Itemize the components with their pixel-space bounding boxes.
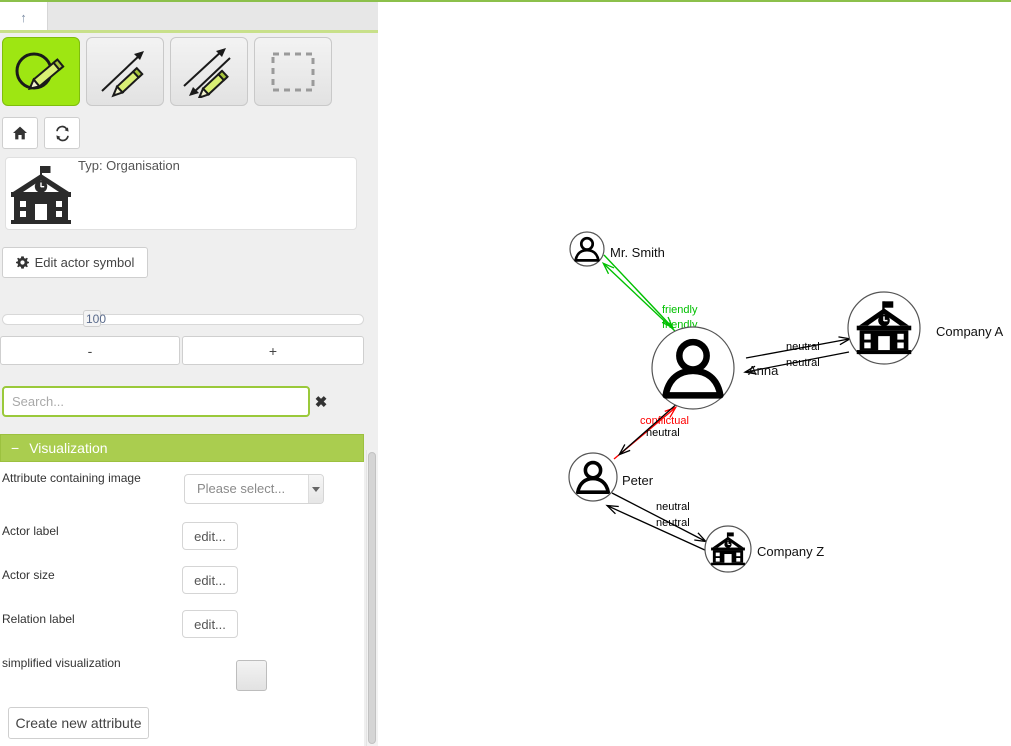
create-new-attribute-button[interactable]: Create new attribute [8,707,149,739]
edge-label: neutral [656,517,690,529]
left-side-panel: ↑ Typ: Organisation Edit actor symbol 10… [0,0,378,746]
node-anna[interactable]: Anna [651,326,779,410]
graph-canvas[interactable]: friendly friendly neutral neutral confli… [378,0,1011,746]
attribute-image-select-value: Please select... [197,481,286,496]
network-graph[interactable]: friendly friendly neutral neutral confli… [378,2,1011,746]
collapse-icon: − [11,440,20,456]
slider-value-label: 100 [86,312,107,326]
simplified-visualization-checkbox[interactable] [236,660,267,691]
actor-size-edit-text: edit... [194,572,226,588]
node-label: Mr. Smith [610,245,665,260]
slider-track[interactable] [2,314,364,325]
actor-label-edit-button[interactable]: edit... [182,522,238,550]
edge-anna-peter[interactable]: neutral [617,401,680,456]
application-root: ↑ Typ: Organisation Edit actor symbol 10… [0,0,1011,746]
actor-size-edit-button[interactable]: edit... [182,566,238,594]
field-label-attribute-image: Attribute containing image [2,471,141,485]
field-label-actor-label: Actor label [2,524,59,538]
chevron-down-icon[interactable] [308,475,323,503]
tool-button-row [2,37,376,106]
node-label: Company Z [757,544,824,559]
relation-label-edit-text: edit... [194,616,226,632]
select-area-tool[interactable] [254,37,332,106]
circle-pencil-icon [15,52,65,90]
arrow-pencil-icon [101,50,144,97]
node-mr-smith[interactable]: Mr. Smith [569,231,665,267]
create-actor-tool[interactable] [2,37,80,106]
double-arrow-pencil-icon [183,47,231,98]
node-label: Company A [936,324,1004,339]
relation-label-edit-button[interactable]: edit... [182,610,238,638]
attribute-image-select[interactable]: Please select... [184,474,324,504]
graph-nodes: Mr. Smith Anna Company A Peter Company Z [568,231,1004,573]
visualization-section-header[interactable]: − Visualization [0,434,364,462]
panel-scrollbar-thumb[interactable] [368,452,376,744]
zoom-in-button[interactable]: + [182,336,364,365]
field-label-simplified-visualization: simplified visualization [2,656,121,670]
graph-edges: friendly friendly neutral neutral confli… [601,254,852,552]
home-button[interactable] [2,117,38,149]
node-company-a[interactable]: Company A [847,291,1004,365]
dashed-rectangle-icon [271,52,315,91]
school-building-icon [11,166,74,227]
clear-search-icon[interactable]: ✖ [312,392,330,412]
node-peter[interactable]: Peter [568,452,654,502]
edge-label: neutral [786,341,820,353]
refresh-button[interactable] [44,117,80,149]
edge-mr-smith-anna[interactable]: friendly [603,254,698,331]
size-slider[interactable]: 100 [2,310,364,327]
create-double-relation-tool[interactable] [170,37,248,106]
node-label: Peter [622,473,654,488]
tab-collapse-panel[interactable]: ↑ [0,2,48,32]
search-input[interactable] [2,386,310,417]
edge-label: friendly [662,304,698,316]
home-icon [13,126,27,140]
zoom-out-button[interactable]: - [0,336,180,365]
field-label-actor-size: Actor size [2,568,55,582]
actor-symbol-card: Typ: Organisation [5,157,357,230]
edit-actor-symbol-button[interactable]: Edit actor symbol [2,247,148,278]
refresh-icon [55,125,69,141]
arrow-up-icon: ↑ [20,9,27,25]
tab-strip-underline [0,30,378,33]
edge-label: neutral [656,501,690,513]
edge-label: neutral [646,427,680,439]
create-new-attribute-label: Create new attribute [15,715,142,731]
zoom-in-label: + [268,342,278,359]
create-relation-tool[interactable] [86,37,164,106]
visualization-section-title: Visualization [29,440,108,456]
edge-label: conflictual [640,415,689,427]
node-company-z[interactable]: Company Z [704,525,824,573]
visualization-section-body: Attribute containing image Please select… [0,462,364,746]
node-label: Anna [748,363,779,378]
edit-actor-symbol-label: Edit actor symbol [34,255,135,270]
actor-label-edit-text: edit... [194,528,226,544]
zoom-out-label: - [87,342,93,359]
edge-label: neutral [786,357,820,369]
actor-type-label: Typ: Organisation [78,158,180,173]
field-label-relation-label: Relation label [2,612,75,626]
gear-icon [15,256,29,269]
tab-strip: ↑ [0,0,378,33]
